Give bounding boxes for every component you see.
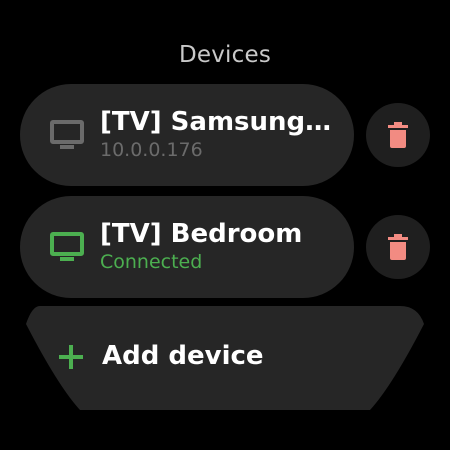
- delete-device-button[interactable]: [366, 215, 430, 279]
- plus-icon: [59, 345, 83, 369]
- connection-status: Connected: [100, 251, 203, 273]
- add-device-label: Add device: [102, 341, 264, 371]
- device-chip-bedroom[interactable]: [TV] Bedroom Connected: [20, 196, 354, 298]
- device-name: [TV] Samsung ...: [100, 107, 336, 137]
- trash-icon: [388, 234, 408, 260]
- tv-icon: [50, 232, 84, 261]
- device-chip-samsung[interactable]: [TV] Samsung ... 10.0.0.176: [20, 84, 354, 186]
- device-text: [TV] Bedroom Connected: [100, 218, 336, 274]
- device-text: [TV] Samsung ... 10.0.0.176: [100, 106, 336, 162]
- device-ip-address: 10.0.0.176: [100, 139, 203, 161]
- delete-device-button[interactable]: [366, 103, 430, 167]
- add-device-button[interactable]: Add device: [0, 306, 450, 410]
- page-title: Devices: [178, 42, 272, 68]
- device-name: [TV] Bedroom: [100, 219, 303, 249]
- devices-screen: Devices [TV] Samsung ... 10.0.0.176 [TV]…: [0, 0, 450, 450]
- tv-icon: [50, 120, 84, 149]
- trash-icon: [388, 122, 408, 148]
